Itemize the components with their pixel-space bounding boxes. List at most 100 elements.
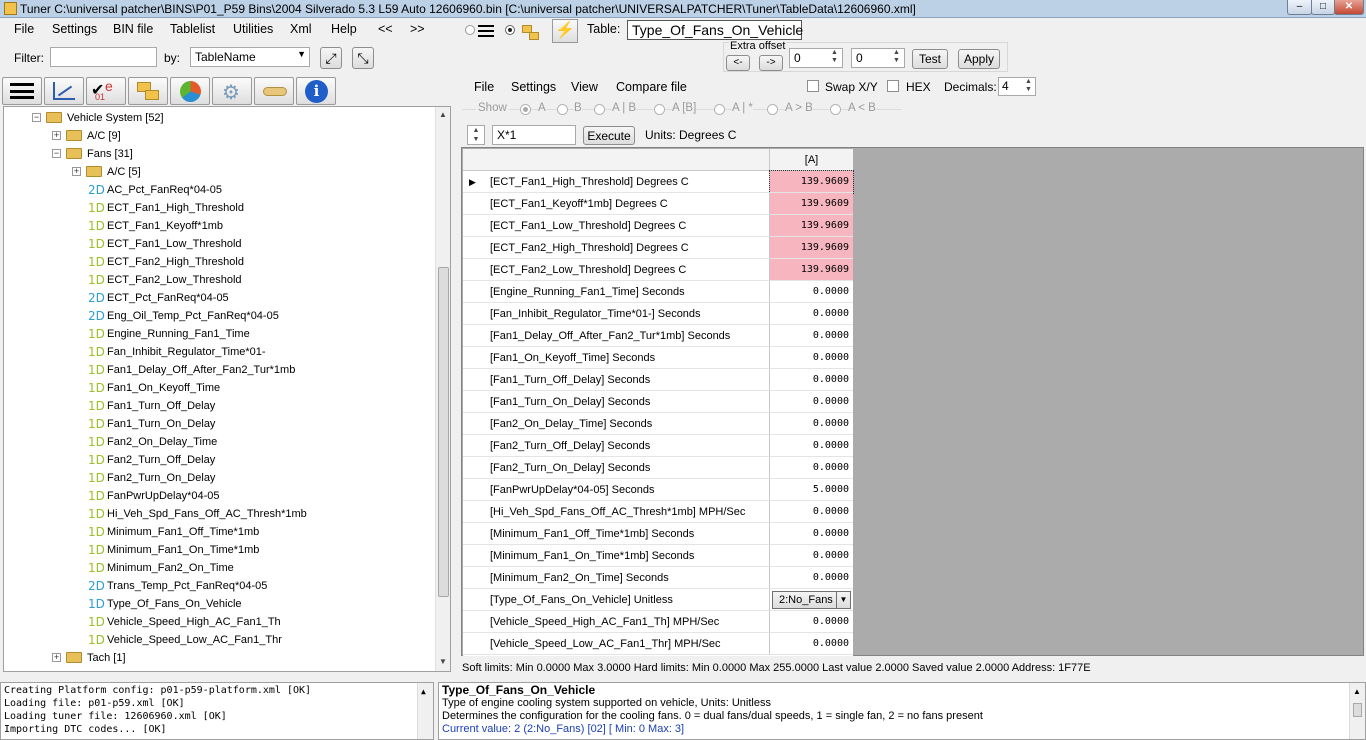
info-icon[interactable]: i: [296, 77, 336, 105]
tree-node[interactable]: 1D ECT_Fan1_Low_Threshold: [4, 235, 432, 253]
value-cell[interactable]: 0.0000: [770, 501, 853, 523]
table-row[interactable]: [Fan1_Turn_On_Delay] Seconds 0.0000: [463, 391, 853, 413]
table-row[interactable]: [Engine_Running_Fan1_Time] Seconds 0.0000: [463, 281, 853, 303]
folders-icon[interactable]: [128, 77, 168, 105]
table-row[interactable]: [FanPwrUpDelay*04-05] Seconds 5.0000: [463, 479, 853, 501]
offset-prev-button[interactable]: <-: [726, 55, 750, 71]
table-tree[interactable]: − Vehicle System [52] + A/C [9] − Fans [31] + A…: [3, 106, 451, 672]
filter-by-select[interactable]: TableName ▼: [190, 47, 310, 67]
row-header[interactable]: [ECT_Fan1_Keyoff*1mb] Degrees C: [463, 193, 770, 215]
tree-node[interactable]: 1D Vehicle_Speed_High_AC_Fan1_Th: [4, 613, 432, 631]
value-cell[interactable]: 139.9609: [769, 170, 854, 194]
value-cell[interactable]: 0.0000: [770, 281, 853, 303]
chevron-down-icon[interactable]: ▼: [836, 592, 850, 608]
checklist-icon[interactable]: ✔ e 01: [86, 77, 126, 105]
table-row[interactable]: [Fan1_On_Keyoff_Time] Seconds 0.0000: [463, 347, 853, 369]
table-row[interactable]: [Fan2_On_Delay_Time] Seconds 0.0000: [463, 413, 853, 435]
scroll-up-icon[interactable]: ▲: [1353, 685, 1361, 698]
table-row[interactable]: [Fan_Inhibit_Regulator_Time*01-] Seconds…: [463, 303, 853, 325]
editor-menu-settings[interactable]: Settings: [511, 80, 556, 94]
editor-menu-file[interactable]: File: [474, 80, 494, 94]
offset-spinner-2[interactable]: ▲ ▼: [890, 49, 903, 67]
menu-prev[interactable]: <<: [378, 22, 393, 36]
row-header[interactable]: [Minimum_Fan1_On_Time*1mb] Seconds: [463, 545, 770, 567]
offset-next-button[interactable]: ->: [759, 55, 783, 71]
collapse-icon[interactable]: −: [32, 113, 41, 122]
view-radio-2[interactable]: [505, 25, 515, 35]
scroll-up-icon[interactable]: ▲: [421, 685, 426, 698]
collapse-all-button[interactable]: ⤡: [352, 47, 374, 69]
tree-node[interactable]: 1D Fan1_Turn_On_Delay: [4, 415, 432, 433]
row-header[interactable]: [ECT_Fan1_Low_Threshold] Degrees C: [463, 215, 770, 237]
value-cell[interactable]: 0.0000: [770, 457, 853, 479]
value-cell[interactable]: 0.0000: [770, 523, 853, 545]
log-scrollbar[interactable]: ▲: [417, 683, 433, 739]
editor-menu-view[interactable]: View: [571, 80, 598, 94]
tree-node[interactable]: 1D ECT_Fan1_High_Threshold: [4, 199, 432, 217]
value-cell[interactable]: 0.0000: [770, 545, 853, 567]
hamburger-menu-icon[interactable]: [2, 77, 42, 105]
menu-next[interactable]: >>: [410, 22, 425, 36]
row-header[interactable]: [Engine_Running_Fan1_Time] Seconds: [463, 281, 770, 303]
tree-node[interactable]: 1D Fan2_On_Delay_Time: [4, 433, 432, 451]
graph-icon[interactable]: [44, 77, 84, 105]
table-row[interactable]: [Fan1_Turn_Off_Delay] Seconds 0.0000: [463, 369, 853, 391]
row-header[interactable]: [Minimum_Fan2_On_Time] Seconds: [463, 567, 770, 589]
list-view-icon[interactable]: [478, 25, 494, 37]
row-header[interactable]: [ECT_Fan2_High_Threshold] Degrees C: [463, 237, 770, 259]
tree-node[interactable]: 1D Fan2_Turn_On_Delay: [4, 469, 432, 487]
swap-xy-checkbox[interactable]: [807, 80, 819, 92]
pie-chart-icon[interactable]: [170, 77, 210, 105]
tree-node[interactable]: 1D ECT_Fan1_Keyoff*1mb: [4, 217, 432, 235]
formula-spinner[interactable]: ▲ ▼: [467, 125, 485, 145]
formula-input[interactable]: X*1: [492, 125, 576, 145]
row-header[interactable]: [Hi_Veh_Spd_Fans_Off_AC_Thresh*1mb] MPH/…: [463, 501, 770, 523]
tree-node[interactable]: 1D FanPwrUpDelay*04-05: [4, 487, 432, 505]
tree-view-icon[interactable]: [520, 23, 542, 41]
value-cell[interactable]: 0.0000: [770, 435, 853, 457]
menu-xml[interactable]: Xml: [290, 22, 312, 36]
row-header[interactable]: [Fan1_Turn_Off_Delay] Seconds: [463, 369, 770, 391]
tree-node[interactable]: 2D AC_Pct_FanReq*04-05: [4, 181, 432, 199]
table-row[interactable]: [Vehicle_Speed_High_AC_Fan1_Th] MPH/Sec 0…: [463, 611, 853, 633]
row-header[interactable]: [Fan1_On_Keyoff_Time] Seconds: [463, 347, 770, 369]
maximize-button[interactable]: □: [1311, 0, 1335, 15]
expand-icon[interactable]: +: [52, 131, 61, 140]
show-radio-a-lt-b[interactable]: [830, 104, 841, 115]
scroll-up-icon[interactable]: ▲: [439, 110, 447, 119]
table-row[interactable]: [Fan1_Delay_Off_After_Fan2_Tur*1mb] Seco…: [463, 325, 853, 347]
value-cell[interactable]: 0.0000: [770, 611, 853, 633]
show-radio-b[interactable]: [557, 104, 568, 115]
tree-node[interactable]: 1D Type_Of_Fans_On_Vehicle: [4, 595, 432, 613]
row-header[interactable]: [Fan2_Turn_Off_Delay] Seconds: [463, 435, 770, 457]
scroll-down-icon[interactable]: ▼: [439, 657, 447, 666]
close-button[interactable]: ✕: [1334, 0, 1364, 15]
grid-column-header-a[interactable]: [A]: [770, 149, 853, 171]
table-row[interactable]: [Minimum_Fan1_Off_Time*1mb] Seconds 0.000…: [463, 523, 853, 545]
row-header[interactable]: [Fan2_On_Delay_Time] Seconds: [463, 413, 770, 435]
tree-node[interactable]: 1D Minimum_Fan1_Off_Time*1mb: [4, 523, 432, 541]
menu-tablelist[interactable]: Tablelist: [170, 22, 215, 36]
row-header[interactable]: [Fan1_Turn_On_Delay] Seconds: [463, 391, 770, 413]
tree-node[interactable]: − Fans [31]: [4, 145, 432, 163]
view-radio-1[interactable]: [465, 25, 475, 35]
tree-scroll-thumb[interactable]: [438, 267, 449, 597]
show-radio-a-bracket-b[interactable]: [654, 104, 665, 115]
show-radio-a-or-b[interactable]: [594, 104, 605, 115]
value-cell[interactable]: 0.0000: [770, 325, 853, 347]
value-cell[interactable]: 0.0000: [770, 567, 853, 589]
row-header[interactable]: [Fan2_Turn_On_Delay] Seconds: [463, 457, 770, 479]
expand-icon[interactable]: +: [52, 653, 61, 662]
value-cell[interactable]: 139.9609: [770, 193, 853, 215]
table-row[interactable]: [ECT_Fan2_Low_Threshold] Degrees C 139.96…: [463, 259, 853, 281]
patch-icon[interactable]: [254, 77, 294, 105]
table-row[interactable]: [ECT_Fan1_Low_Threshold] Degrees C 139.96…: [463, 215, 853, 237]
table-row[interactable]: [Fan2_Turn_Off_Delay] Seconds 0.0000: [463, 435, 853, 457]
table-row[interactable]: [Minimum_Fan2_On_Time] Seconds 0.0000: [463, 567, 853, 589]
execute-button[interactable]: Execute: [583, 126, 635, 145]
lightning-icon[interactable]: ⚡: [552, 19, 578, 43]
tree-node[interactable]: 1D ECT_Fan2_Low_Threshold: [4, 271, 432, 289]
row-header[interactable]: [Fan1_Delay_Off_After_Fan2_Tur*1mb] Seco…: [463, 325, 770, 347]
tree-node[interactable]: 1D Fan1_Delay_Off_After_Fan2_Tur*1mb: [4, 361, 432, 379]
expand-icon[interactable]: +: [72, 167, 81, 176]
